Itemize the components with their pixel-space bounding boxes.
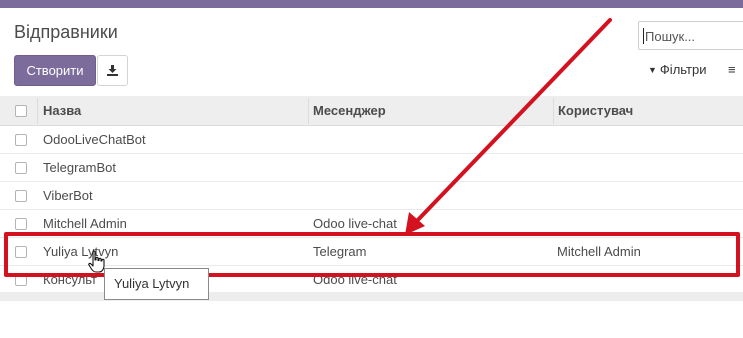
cell-name: OdooLiveChatBot bbox=[43, 132, 146, 147]
text-caret bbox=[643, 28, 644, 44]
table-row[interactable]: TelegramBot bbox=[0, 154, 743, 182]
select-all-checkbox[interactable] bbox=[15, 105, 27, 117]
page-title: Відправники bbox=[14, 22, 118, 42]
cell-name: ViberBot bbox=[43, 188, 93, 203]
table-row[interactable]: ViberBot bbox=[0, 182, 743, 210]
download-icon bbox=[107, 65, 118, 76]
row-checkbox[interactable] bbox=[15, 246, 27, 258]
row-checkbox[interactable] bbox=[15, 274, 27, 286]
filters-button[interactable]: ▼ Фільтри bbox=[648, 62, 706, 77]
row-checkbox[interactable] bbox=[15, 134, 27, 146]
filters-label: Фільтри bbox=[659, 62, 707, 77]
cell-messenger: Odoo live-chat bbox=[313, 216, 397, 231]
list-header: Назва Месенджер Користувач bbox=[0, 96, 743, 126]
table-row[interactable]: OdooLiveChatBot bbox=[0, 126, 743, 154]
group-by-button[interactable]: ≡ bbox=[728, 62, 736, 77]
cell-name: TelegramBot bbox=[43, 160, 116, 175]
column-separator bbox=[37, 98, 38, 124]
cell-user: Mitchell Admin bbox=[557, 244, 641, 259]
row-checkbox[interactable] bbox=[15, 162, 27, 174]
column-header-user[interactable]: Користувач bbox=[558, 96, 633, 126]
cell-name: Mitchell Admin bbox=[43, 216, 127, 231]
top-navbar bbox=[0, 0, 743, 8]
senders-list: Назва Месенджер Користувач OdooLiveChatB… bbox=[0, 96, 743, 294]
download-button[interactable] bbox=[97, 55, 128, 86]
create-button[interactable]: Створити bbox=[14, 55, 96, 86]
cell-messenger: Telegram bbox=[313, 244, 367, 259]
row-checkbox[interactable] bbox=[15, 218, 27, 230]
filter-icon: ▼ bbox=[648, 64, 657, 75]
column-header-name[interactable]: Назва bbox=[43, 96, 81, 126]
cell-messenger: Odoo live-chat bbox=[313, 272, 397, 287]
search-input[interactable] bbox=[645, 27, 743, 45]
column-header-messenger[interactable]: Месенджер bbox=[313, 96, 386, 126]
tooltip: Yuliya Lytvyn bbox=[104, 268, 209, 300]
column-separator bbox=[308, 98, 309, 124]
table-row[interactable]: Yuliya Lytvyn Telegram Mitchell Admin bbox=[0, 238, 743, 266]
column-separator bbox=[553, 98, 554, 124]
table-row[interactable]: Mitchell Admin Odoo live-chat bbox=[0, 210, 743, 238]
search-box[interactable] bbox=[638, 21, 743, 50]
row-checkbox[interactable] bbox=[15, 190, 27, 202]
